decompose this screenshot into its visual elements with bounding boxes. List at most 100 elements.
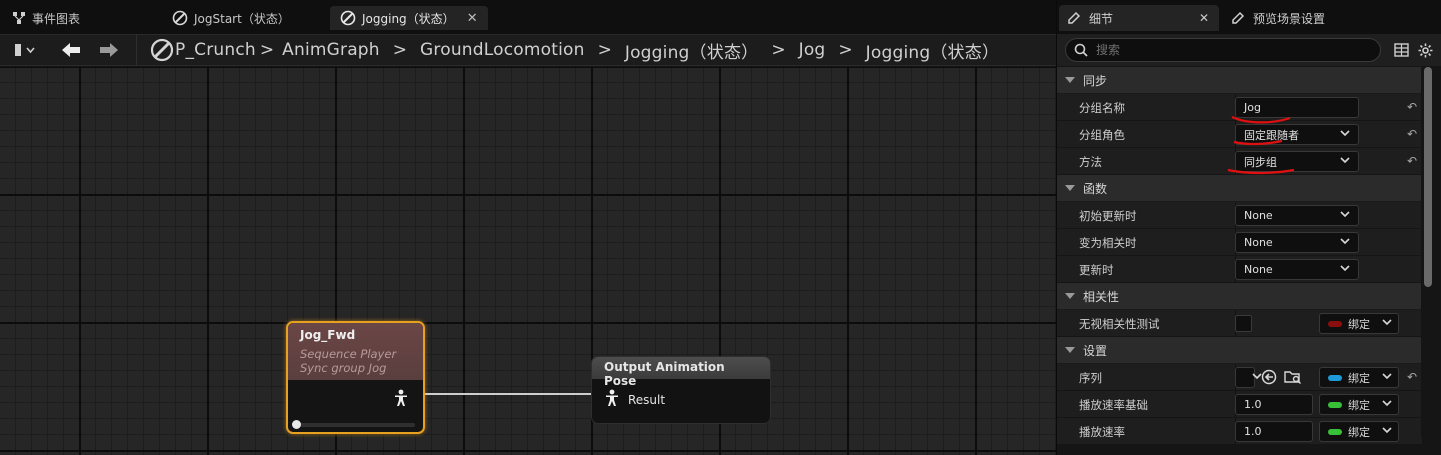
breadcrumb-separator: > xyxy=(838,40,853,60)
search-box[interactable] xyxy=(1065,38,1381,62)
breadcrumb-item[interactable]: Jogging（状态） xyxy=(625,38,759,63)
browse-to-asset-icon[interactable] xyxy=(1284,369,1302,388)
tab-preview-scene-settings[interactable]: 预览场景设置 xyxy=(1223,5,1333,31)
pose-input-pin-icon xyxy=(604,389,620,410)
category-sync[interactable]: 同步 xyxy=(1057,67,1422,94)
property-row-play-rate-basis: 播放速率基础 1.0 绑定 xyxy=(1057,391,1422,418)
chevron-down-icon xyxy=(1340,209,1350,222)
breadcrumb-separator: > xyxy=(771,40,786,60)
result-pin[interactable]: Result xyxy=(604,389,665,410)
property-label: 序列 xyxy=(1079,371,1102,385)
tab-details[interactable]: 细节 ✕ xyxy=(1059,5,1219,31)
panel-scrollbar[interactable] xyxy=(1424,67,1432,287)
playback-progress-handle[interactable] xyxy=(292,420,301,429)
property-row-sequence: 序列 绑定 ↶ xyxy=(1057,364,1422,391)
details-icon xyxy=(1067,11,1081,25)
collapse-arrow-icon xyxy=(1065,185,1075,191)
breadcrumb-separator: > xyxy=(597,40,612,60)
property-label: 初始更新时 xyxy=(1079,209,1137,223)
ignore-relevancy-checkbox[interactable] xyxy=(1235,315,1252,332)
reset-to-default-icon[interactable]: ↶ xyxy=(1407,100,1417,114)
settings-gear-icon[interactable] xyxy=(1418,43,1433,61)
property-row-group-role: 分组角色 固定跟随者 ↶ xyxy=(1057,121,1422,148)
chevron-down-icon xyxy=(1340,155,1350,168)
breadcrumb-item-current[interactable]: Jogging（状态） xyxy=(866,38,1000,63)
property-label: 更新时 xyxy=(1079,263,1114,277)
tab-event-graph[interactable]: 事件图表 xyxy=(2,6,90,30)
tab-label: 细节 xyxy=(1089,11,1114,26)
property-label: 分组名称 xyxy=(1079,101,1125,115)
pose-output-pin-icon[interactable] xyxy=(393,389,409,410)
pin-label: Result xyxy=(628,392,666,407)
breadcrumb-bar: P_Crunch > AnimGraph > GroundLocomotion … xyxy=(0,34,1056,66)
category-label: 函数 xyxy=(1083,181,1108,196)
breadcrumb-item[interactable]: P_Crunch xyxy=(175,40,256,60)
bind-button[interactable]: 绑定 xyxy=(1319,421,1399,442)
chevron-down-icon xyxy=(1382,425,1392,438)
tab-label: JogStart（状态） xyxy=(194,11,290,26)
bind-label: 绑定 xyxy=(1348,371,1370,385)
became-relevant-dropdown[interactable]: None xyxy=(1235,232,1359,253)
tab-label: 事件图表 xyxy=(32,11,81,26)
bind-button[interactable]: 绑定 xyxy=(1319,313,1399,334)
method-dropdown[interactable]: 同步组 xyxy=(1235,151,1359,172)
bind-button[interactable]: 绑定 xyxy=(1319,394,1399,415)
dropdown-value: 固定跟随者 xyxy=(1244,128,1299,142)
bind-label: 绑定 xyxy=(1348,398,1370,412)
category-label: 相关性 xyxy=(1083,289,1120,304)
bookmark-dropdown-icon[interactable] xyxy=(10,42,38,58)
tab-jogging[interactable]: Jogging（状态） ✕ xyxy=(330,6,488,30)
property-label: 无视相关性测试 xyxy=(1079,317,1160,331)
close-icon[interactable]: ✕ xyxy=(467,11,478,26)
sequence-player-node[interactable]: Jog_Fwd Sequence Player Sync group Jog xyxy=(286,321,425,434)
play-rate-input[interactable]: 1.0 xyxy=(1235,421,1313,442)
bind-button[interactable]: 绑定 xyxy=(1319,367,1399,388)
output-pose-node[interactable]: Output Animation Pose Result xyxy=(591,356,771,424)
close-icon[interactable]: ✕ xyxy=(1199,11,1209,25)
property-row-initial-update: 初始更新时 None xyxy=(1057,202,1422,229)
reset-to-default-icon[interactable]: ↶ xyxy=(1407,370,1417,384)
collapse-arrow-icon xyxy=(1065,77,1075,83)
tab-jogstart[interactable]: JogStart（状态） xyxy=(162,6,300,30)
play-rate-basis-input[interactable]: 1.0 xyxy=(1235,394,1313,415)
property-row-on-update: 更新时 None xyxy=(1057,256,1422,283)
chevron-down-icon xyxy=(1382,317,1392,330)
property-row-play-rate: 播放速率 1.0 绑定 xyxy=(1057,418,1422,445)
property-label: 方法 xyxy=(1079,155,1102,169)
category-functions[interactable]: 函数 xyxy=(1057,175,1422,202)
anim-graph-canvas[interactable] xyxy=(0,67,1056,455)
pin-type-swatch xyxy=(1328,374,1342,381)
table-view-icon[interactable] xyxy=(1394,43,1409,60)
dropdown-value: None xyxy=(1244,263,1273,276)
reset-to-default-icon[interactable]: ↶ xyxy=(1407,127,1417,141)
breadcrumb-separator: > xyxy=(392,40,408,60)
dropdown-value: None xyxy=(1244,209,1273,222)
on-update-dropdown[interactable]: None xyxy=(1235,259,1359,280)
node-title: Jog_Fwd xyxy=(300,328,356,342)
back-arrow-icon[interactable] xyxy=(54,41,88,59)
node-header: Jog_Fwd Sequence Player Sync group Jog xyxy=(288,323,423,380)
category-settings[interactable]: 设置 xyxy=(1057,337,1422,364)
group-role-dropdown[interactable]: 固定跟随者 xyxy=(1235,124,1359,145)
breadcrumb-item[interactable]: AnimGraph xyxy=(282,40,380,60)
breadcrumb-item[interactable]: Jog xyxy=(799,40,826,60)
dropdown-value: 同步组 xyxy=(1244,155,1277,169)
property-row-ignore-relevancy: 无视相关性测试 绑定 xyxy=(1057,310,1422,337)
group-name-input[interactable]: Jog xyxy=(1235,97,1359,118)
breadcrumb-separator: > xyxy=(259,40,275,60)
category-relevancy[interactable]: 相关性 xyxy=(1057,283,1422,310)
state-icon xyxy=(172,10,188,26)
property-row-became-relevant: 变为相关时 None xyxy=(1057,229,1422,256)
reset-to-default-icon[interactable]: ↶ xyxy=(1407,154,1417,168)
breadcrumb-item[interactable]: GroundLocomotion xyxy=(420,40,585,60)
initial-update-dropdown[interactable]: None xyxy=(1235,205,1359,226)
forward-arrow-icon[interactable] xyxy=(92,41,126,59)
category-label: 设置 xyxy=(1083,343,1108,358)
use-selected-asset-icon[interactable] xyxy=(1261,369,1277,388)
sequence-asset-picker[interactable] xyxy=(1235,367,1262,388)
pose-wire xyxy=(422,393,594,395)
search-input[interactable] xyxy=(1096,43,1356,57)
property-label: 播放速率 xyxy=(1079,425,1125,439)
property-list: 同步 分组名称 Jog ↶ 分组角色 固定跟随者 ↶ 方法 同步组 ↶ 函数 初… xyxy=(1057,67,1422,455)
collapse-arrow-icon xyxy=(1065,347,1075,353)
